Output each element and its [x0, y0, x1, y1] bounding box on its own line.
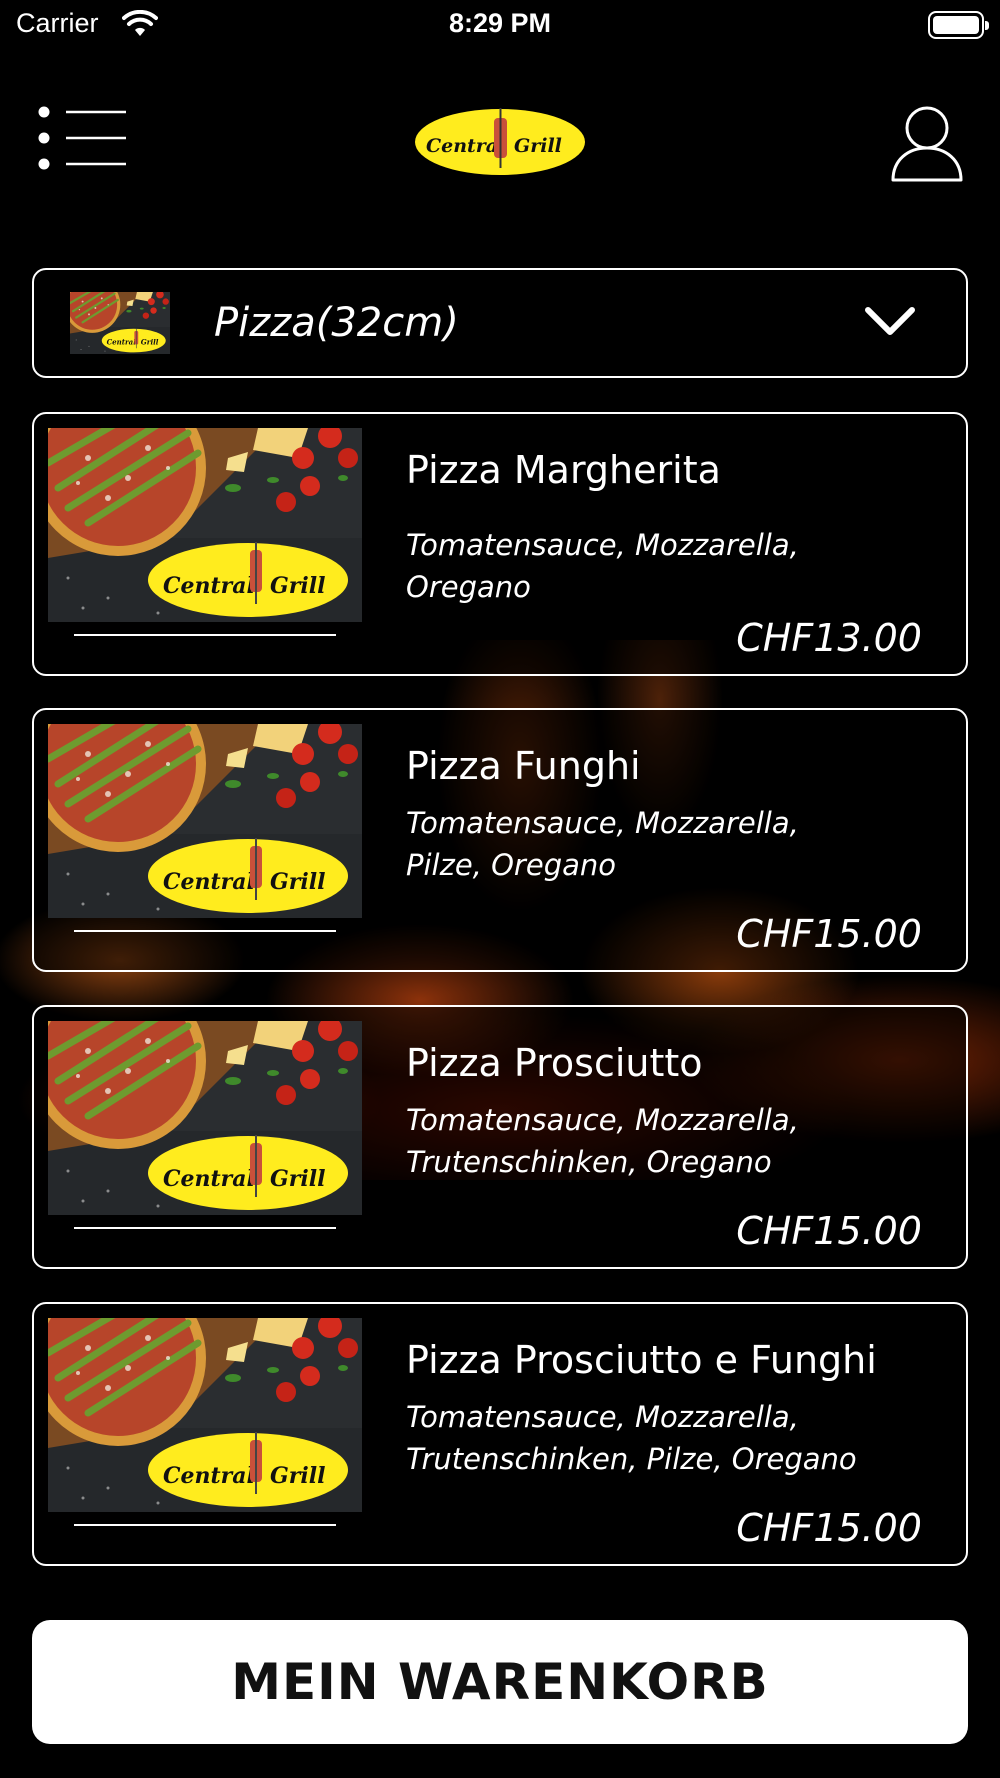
product-image [48, 1021, 362, 1215]
product-description: Tomatensauce, Mozzarella, Oregano [406, 528, 799, 604]
image-divider [74, 1227, 336, 1229]
product-description-line-2: Trutenschinken, Oregano [406, 1145, 772, 1179]
central-grill-logo: Central Grill [415, 108, 585, 175]
category-dropdown[interactable]: Pizza(32cm) [32, 268, 968, 378]
product-card-pizza-margherita[interactable]: Pizza Margherita Tomatensauce, Mozzarell… [32, 412, 968, 676]
product-card-pizza-prosciutto[interactable]: Pizza Prosciutto Tomatensauce, Mozzarell… [32, 1005, 968, 1269]
product-price: CHF15.00 [736, 912, 922, 956]
menu-list-icon[interactable] [36, 106, 126, 170]
product-name: Pizza Prosciutto e Funghi [406, 1338, 877, 1382]
category-label: Pizza(32cm) [214, 300, 459, 346]
product-card-pizza-prosciutto-e-funghi[interactable]: Pizza Prosciutto e Funghi Tomatensauce, … [32, 1302, 968, 1566]
image-divider [74, 634, 336, 636]
status-bar: Carrier 8:29 PM [0, 0, 1000, 50]
product-name: Pizza Prosciutto [406, 1041, 703, 1085]
chevron-down-icon[interactable] [864, 304, 916, 338]
product-name: Pizza Funghi [406, 744, 641, 788]
product-image [48, 724, 362, 918]
logo-text-right: Grill [514, 135, 562, 157]
product-description-line-2: Pilze, Oregano [406, 848, 616, 882]
battery-icon [928, 11, 989, 39]
image-divider [74, 1524, 336, 1526]
product-description-line-1: Tomatensauce, Mozzarella, [406, 1400, 799, 1434]
user-icon[interactable] [890, 104, 964, 182]
cart-button[interactable]: MEIN WARENKORB [32, 1620, 968, 1744]
product-name: Pizza Margherita [406, 448, 721, 492]
product-price: CHF15.00 [736, 1506, 922, 1550]
category-thumbnail [70, 292, 170, 354]
logo-text-left: Central [426, 135, 505, 157]
product-image [48, 428, 362, 622]
product-description-line-1: Tomatensauce, Mozzarella, [406, 1103, 799, 1137]
product-card-pizza-funghi[interactable]: Pizza Funghi Tomatensauce, Mozzarella, P… [32, 708, 968, 972]
clock-time: 8:29 PM [448, 8, 552, 38]
product-description-line-2: Trutenschinken, Pilze, Oregano [406, 1442, 857, 1476]
product-price: CHF13.00 [736, 616, 922, 660]
product-image [48, 1318, 362, 1512]
image-divider [74, 930, 336, 932]
product-price: CHF15.00 [736, 1209, 922, 1253]
product-description-line-1: Tomatensauce, Mozzarella, [406, 806, 799, 840]
